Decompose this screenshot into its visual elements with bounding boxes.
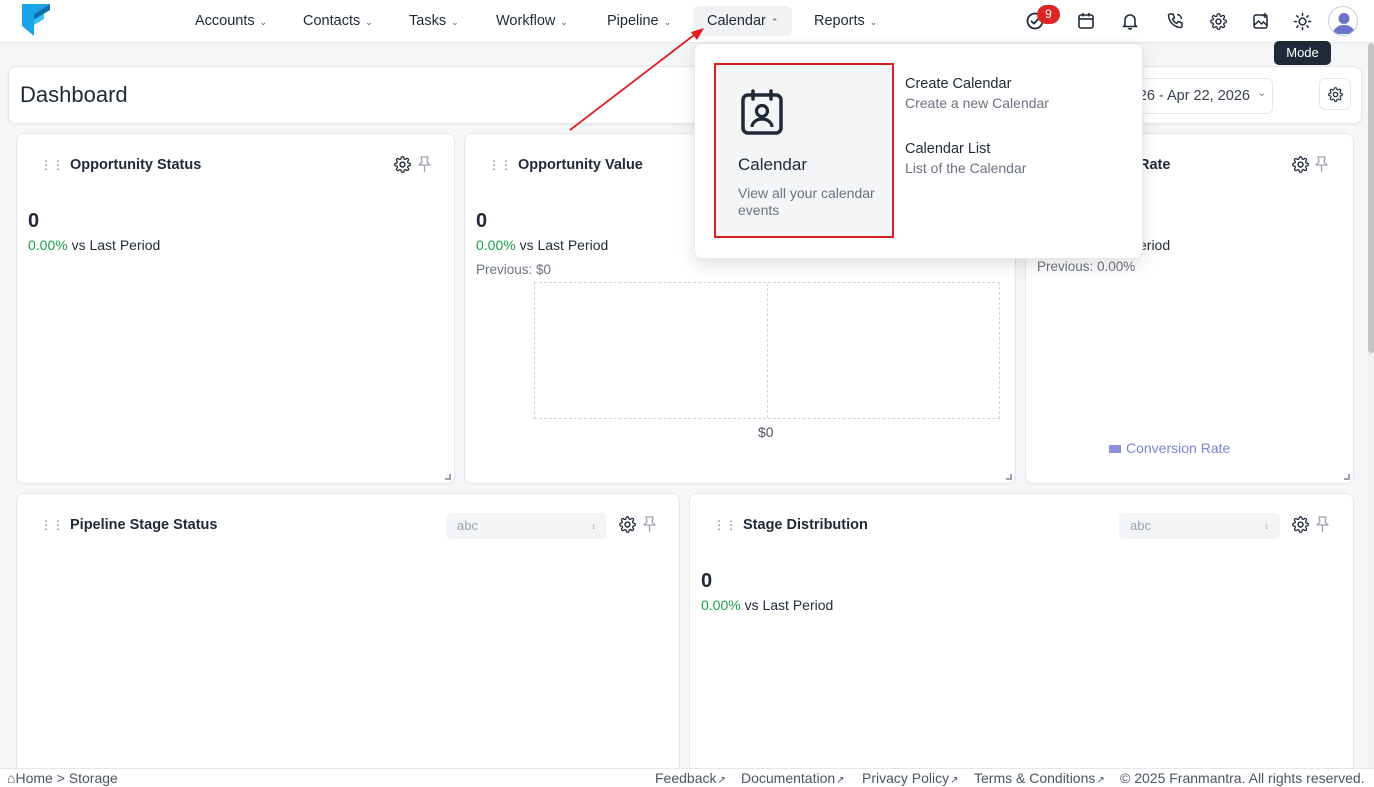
gear-icon[interactable] [394,156,412,174]
legend-swatch [1109,445,1121,454]
breadcrumb-home[interactable]: Home [15,770,52,786]
widget-value: 0 [701,570,713,592]
chevron-down-icon: ⌄ [259,17,268,27]
mode-tooltip: Mode [1274,41,1331,65]
pin-icon[interactable] [1314,156,1330,174]
pin-icon[interactable] [642,516,658,534]
pin-icon[interactable] [1315,516,1331,534]
widget-title: ⋮⋮ Opportunity Status [40,157,202,173]
footer-link-terms[interactable]: Terms & Conditions↗ [974,770,1105,786]
resize-handle[interactable] [1344,474,1350,480]
breadcrumb-current: Storage [68,770,118,786]
widget-title: ⋮⋮ Pipeline Stage Status [40,517,218,533]
nav-tasks[interactable]: Tasks ⌄ [395,6,473,36]
annotation-arrow [569,28,704,131]
external-link-icon: ↗ [950,775,959,786]
widget-change: eriod [1139,237,1171,253]
widget-pipeline-stage-status: ⋮⋮ Pipeline Stage Status abc ↕ [16,493,680,783]
drag-handle-icon[interactable]: ⋮⋮ [40,158,64,172]
chevron-down-icon: ⌄ [1257,88,1266,99]
date-range-picker[interactable]: Apr 22, 2026 - Apr 22, 2026 ⌄ [1121,78,1273,114]
resize-handle[interactable] [1006,474,1012,480]
footer-copyright: © 2025 Franmantra. All rights reserved. [1120,770,1365,786]
widget-opportunity-status: ⋮⋮ Opportunity Status 0 0.00% vs Last Per… [16,133,455,484]
chart-gridline [767,283,768,418]
chevron-down-icon: ⌄ [451,17,459,27]
pin-icon[interactable] [417,156,433,174]
menu-item-title: Create Calendar [905,76,1012,92]
drag-handle-icon[interactable]: ⋮⋮ [40,518,64,532]
nav-accounts[interactable]: Accounts ⌄ [181,6,281,36]
chevron-down-icon: ⌄ [869,17,878,27]
menu-item-description: List of the Calendar [905,160,1027,176]
menu-item-create-calendar[interactable]: Create Calendar Create a new Calendar [905,76,1125,111]
featured-title: Calendar [738,155,807,174]
widget-previous: Previous: $0 [476,262,552,277]
gear-icon[interactable] [619,516,637,534]
calendar-user-icon [740,89,784,137]
footer-link-documentation[interactable]: Documentation↗ [741,770,845,786]
nav-reports[interactable]: Reports ⌄ [800,6,891,36]
image-icon[interactable] [1248,8,1274,34]
external-link-icon: ↗ [717,775,726,786]
widget-stage-distribution: ⋮⋮ Stage Distribution abc ↕ 0 0.00% vs Las… [689,493,1354,783]
updown-icon: ↕ [1264,521,1270,531]
sun-icon[interactable] [1289,8,1315,34]
bell-icon[interactable] [1117,8,1143,34]
footer: ⌂Home > Storage Feedback↗ Documentation↗… [0,768,1374,787]
avatar[interactable] [1328,6,1358,36]
updown-icon: ↕ [591,521,597,531]
app-logo[interactable] [22,4,50,36]
external-link-icon: ↗ [836,775,845,786]
widget-title: ⋮⋮ Stage Distribution [713,517,868,533]
breadcrumb-separator: > [56,770,65,786]
gear-icon [1327,86,1343,102]
dashboard-settings-button[interactable] [1319,78,1351,110]
widget-title: ⋮⋮ Opportunity Value [488,157,643,173]
gear-icon[interactable] [1292,156,1310,174]
calendar-dropdown-menu: Calendar View all your calendar events C… [694,43,1143,259]
chart-legend: Conversion Rate [1109,440,1230,456]
resize-handle[interactable] [445,474,451,480]
menu-item-description: Create a new Calendar [905,95,1049,111]
menu-item-calendar-list[interactable]: Calendar List List of the Calendar [905,141,1125,176]
chart-x-tick: $0 [758,424,774,440]
phone-icon[interactable] [1162,8,1188,34]
drag-handle-icon[interactable]: ⋮⋮ [488,158,512,172]
task-count-badge: 9 [1037,5,1060,24]
chevron-down-icon: ⌄ [365,17,373,27]
featured-description: View all your calendar events [738,185,875,218]
widget-value: 0 [476,210,488,232]
breadcrumb: ⌂Home > Storage [7,770,118,786]
page-scrollbar[interactable] [1368,43,1374,768]
widget-change: 0.00% vs Last Period [701,597,834,613]
stage-select[interactable]: abc ↕ [1119,513,1280,539]
page-title: Dashboard [20,82,128,107]
chart-plot-area [534,282,1000,419]
scrollbar-thumb[interactable] [1368,43,1374,353]
calendar-menu-featured[interactable]: Calendar View all your calendar events [714,63,894,238]
gear-icon[interactable] [1292,516,1310,534]
widget-previous: Previous: 0.00% [1037,259,1136,274]
menu-item-title: Calendar List [905,141,991,157]
widget-title: Rate [1139,157,1171,173]
footer-link-feedback[interactable]: Feedback↗ [655,770,726,786]
calendar-icon[interactable] [1073,8,1099,34]
chevron-up-icon: ⌃ [770,17,779,27]
widget-value: 0 [28,210,40,232]
stage-select[interactable]: abc ↕ [446,513,607,539]
nav-contacts[interactable]: Contacts ⌄ [289,6,387,36]
footer-link-privacy[interactable]: Privacy Policy↗ [862,770,959,786]
widget-change: 0.00% vs Last Period [476,237,609,253]
gear-icon[interactable] [1205,8,1231,34]
drag-handle-icon[interactable]: ⋮⋮ [713,518,737,532]
widget-change: 0.00% vs Last Period [28,237,161,253]
external-link-icon: ↗ [1096,775,1105,786]
